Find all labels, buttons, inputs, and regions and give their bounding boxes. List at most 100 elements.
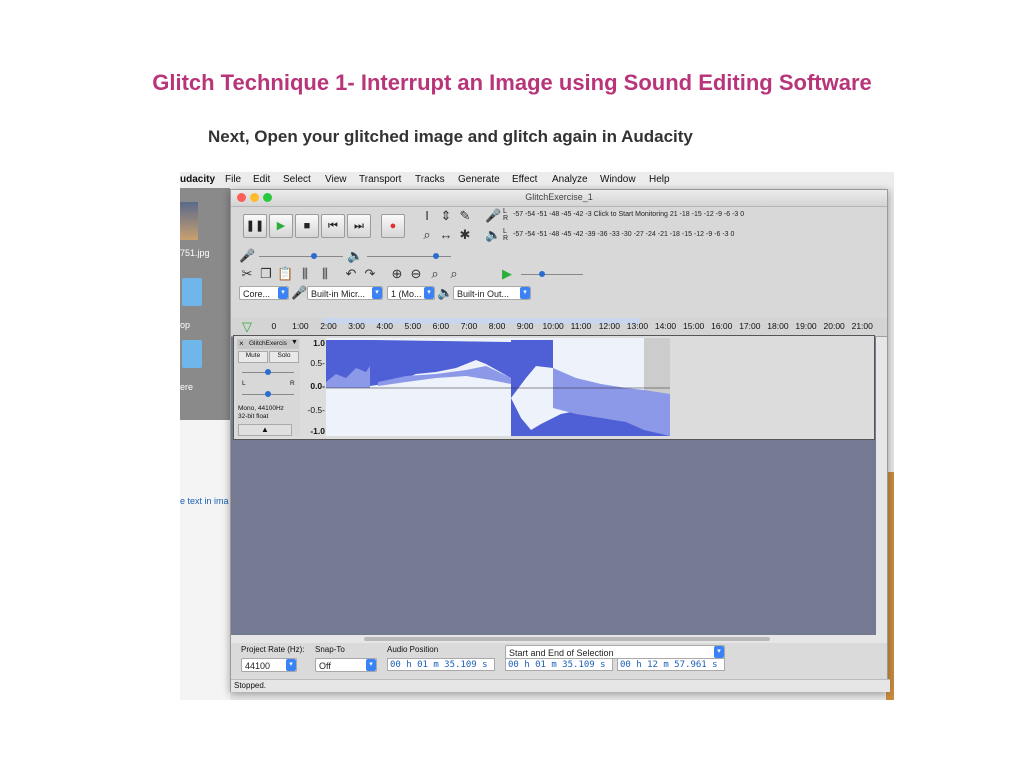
track-close-icon[interactable]: × bbox=[239, 339, 244, 348]
playback-device-select[interactable]: Built-in Out... ▾ bbox=[453, 286, 531, 300]
selection-end-field[interactable]: 00 h 12 m 57.961 s bbox=[617, 658, 725, 671]
track-control-panel: × GlitchExercis ▼ Mute Solo L R Mono, 44… bbox=[236, 338, 300, 436]
record-meter-hint[interactable]: Click to Start Monitoring bbox=[594, 211, 668, 218]
audacity-window: GlitchExercise_1 ❚❚ ▶ ■ ⏮ ⏭ ● I ⇕ ✎ ⌕ ↔ … bbox=[230, 189, 890, 692]
recording-channels-select[interactable]: 1 (Mo... ▾ bbox=[387, 286, 435, 300]
output-volume-speaker-icon: 🔈 bbox=[347, 248, 364, 263]
track-amplitude-ruler[interactable]: 1.0 0.5- 0.0- -0.5- -1.0 bbox=[304, 338, 326, 436]
pause-button[interactable]: ❚❚ bbox=[243, 214, 267, 238]
fit-selection-icon[interactable]: ⌕ bbox=[427, 266, 443, 282]
recording-device-mic-icon: 🎤 bbox=[291, 285, 308, 300]
skip-to-start-button[interactable]: ⏮ bbox=[321, 214, 345, 238]
track-name[interactable]: GlitchExercis bbox=[249, 340, 287, 347]
menu-view[interactable]: View bbox=[325, 174, 347, 185]
desktop-folder-icon[interactable] bbox=[182, 278, 202, 306]
menu-help[interactable]: Help bbox=[649, 174, 670, 185]
zoom-in-icon[interactable]: ⊕ bbox=[389, 266, 405, 282]
timeline-tick: 3:00 bbox=[348, 321, 365, 331]
menu-tracks[interactable]: Tracks bbox=[415, 174, 445, 185]
select-tool-icon[interactable]: I bbox=[419, 208, 435, 224]
timeline-tick: 8:00 bbox=[488, 321, 506, 331]
play-icon: ▶ bbox=[276, 220, 286, 232]
menu-effect[interactable]: Effect bbox=[512, 174, 537, 185]
playback-device-speaker-icon: 🔈 bbox=[437, 285, 454, 300]
draw-tool-icon[interactable]: ✎ bbox=[457, 208, 473, 224]
horizontal-scrollbar-thumb[interactable] bbox=[364, 637, 770, 641]
snap-to-select[interactable]: Off ▾ bbox=[315, 658, 377, 672]
multi-tool-icon[interactable]: ✱ bbox=[457, 227, 473, 243]
input-volume-knob[interactable] bbox=[311, 253, 317, 259]
silence-audio-icon[interactable]: ⫼ bbox=[317, 266, 333, 282]
cut-icon[interactable]: ✂ bbox=[239, 266, 255, 282]
timeline-tick: 5:00 bbox=[404, 321, 422, 331]
menu-transport[interactable]: Transport bbox=[359, 174, 401, 185]
timeline-tick: 21:00 bbox=[851, 321, 873, 331]
output-volume-knob[interactable] bbox=[433, 253, 439, 259]
background-document-pane: e text in ima bbox=[180, 420, 230, 700]
play-head-icon[interactable]: ▽ bbox=[239, 319, 255, 335]
track-gain-knob[interactable] bbox=[265, 369, 271, 375]
zoom-out-icon[interactable]: ⊖ bbox=[408, 266, 424, 282]
desktop-image-thumbnail[interactable] bbox=[180, 202, 198, 240]
horizontal-scrollbar[interactable] bbox=[231, 635, 887, 643]
record-button[interactable]: ● bbox=[381, 214, 405, 238]
menu-generate[interactable]: Generate bbox=[458, 174, 500, 185]
play-meter-scale[interactable]: -57 -54 -51 -48 -45 -42 -39 -36 -33 -30 … bbox=[513, 231, 734, 238]
mac-menubar: udacity File Edit Select View Transport … bbox=[180, 172, 894, 188]
window-titlebar[interactable]: GlitchExercise_1 bbox=[231, 190, 887, 207]
paste-icon[interactable]: 📋 bbox=[277, 266, 293, 282]
mute-button[interactable]: Mute bbox=[238, 351, 268, 363]
slide-title: Glitch Technique 1- Interrupt an Image u… bbox=[152, 70, 872, 95]
recording-device-select[interactable]: Built-in Micr... ▾ bbox=[307, 286, 383, 300]
track-header[interactable]: × GlitchExercis ▼ bbox=[237, 339, 299, 349]
screenshot: udacity File Edit Select View Transport … bbox=[180, 172, 894, 700]
timeline-selection-band bbox=[323, 318, 641, 324]
audio-track[interactable]: × GlitchExercis ▼ Mute Solo L R Mono, 44… bbox=[233, 335, 875, 440]
menu-select[interactable]: Select bbox=[283, 174, 311, 185]
timeline-tick: 4:00 bbox=[376, 321, 393, 331]
skip-end-icon: ⏭ bbox=[354, 220, 364, 232]
track-pan-knob[interactable] bbox=[265, 391, 271, 397]
audio-position-field[interactable]: 00 h 01 m 35.109 s bbox=[387, 658, 495, 671]
stop-button[interactable]: ■ bbox=[295, 214, 319, 238]
play-button[interactable]: ▶ bbox=[269, 214, 293, 238]
trim-audio-icon[interactable]: ⫼ bbox=[297, 266, 313, 282]
menu-edit[interactable]: Edit bbox=[253, 174, 270, 185]
chevron-down-icon: ▾ bbox=[366, 659, 376, 671]
envelope-tool-icon[interactable]: ⇕ bbox=[438, 208, 454, 224]
menu-window[interactable]: Window bbox=[600, 174, 636, 185]
vertical-scrollbar[interactable] bbox=[876, 337, 887, 635]
desktop-folder1-label: op bbox=[180, 320, 191, 330]
ruler-label-zero: 0.0- bbox=[310, 381, 325, 391]
input-volume-slider[interactable] bbox=[259, 256, 343, 257]
play-speed-knob[interactable] bbox=[539, 271, 545, 277]
selection-start-field[interactable]: 00 h 01 m 35.109 s bbox=[505, 658, 613, 671]
audio-host-select[interactable]: Core... ▾ bbox=[239, 286, 289, 300]
record-meter-mic-icon[interactable]: 🎤 bbox=[485, 208, 501, 224]
track-format-line2: 32-bit float bbox=[238, 413, 269, 420]
track-menu-chevron-icon[interactable]: ▼ bbox=[291, 339, 298, 346]
solo-button[interactable]: Solo bbox=[269, 351, 299, 363]
zoom-tool-icon[interactable]: ⌕ bbox=[419, 227, 435, 243]
project-rate-select[interactable]: 44100 ▾ bbox=[241, 658, 297, 672]
waveform-canvas[interactable] bbox=[326, 338, 872, 436]
skip-to-end-button[interactable]: ⏭ bbox=[347, 214, 371, 238]
copy-icon[interactable]: ❐ bbox=[258, 266, 274, 282]
menu-app-name[interactable]: udacity bbox=[180, 174, 215, 185]
timeline-tick: 1:00 bbox=[292, 321, 309, 331]
menu-analyze[interactable]: Analyze bbox=[552, 174, 588, 185]
redo-icon[interactable]: ↷ bbox=[362, 266, 378, 282]
selection-mode-select[interactable]: Start and End of Selection ▾ bbox=[505, 645, 725, 659]
menu-file[interactable]: File bbox=[225, 174, 241, 185]
play-speed-slider[interactable] bbox=[521, 274, 583, 275]
timeshift-tool-icon[interactable]: ↔ bbox=[438, 227, 454, 243]
play-at-speed-icon[interactable]: ▶ bbox=[499, 266, 515, 282]
fit-project-icon[interactable]: ⌕ bbox=[446, 266, 462, 282]
desktop-background: 751.jpg op ere e text in ima bbox=[180, 188, 230, 700]
collapse-track-button[interactable]: ▲ bbox=[238, 424, 292, 436]
record-meter[interactable]: -57 -54 -51 -48 -45 -42 -3 Click to Star… bbox=[513, 211, 744, 218]
undo-icon[interactable]: ↶ bbox=[343, 266, 359, 282]
desktop-folder-icon[interactable] bbox=[182, 340, 202, 368]
play-meter-speaker-icon[interactable]: 🔈 bbox=[485, 227, 501, 243]
snap-to-label: Snap-To bbox=[315, 645, 345, 654]
